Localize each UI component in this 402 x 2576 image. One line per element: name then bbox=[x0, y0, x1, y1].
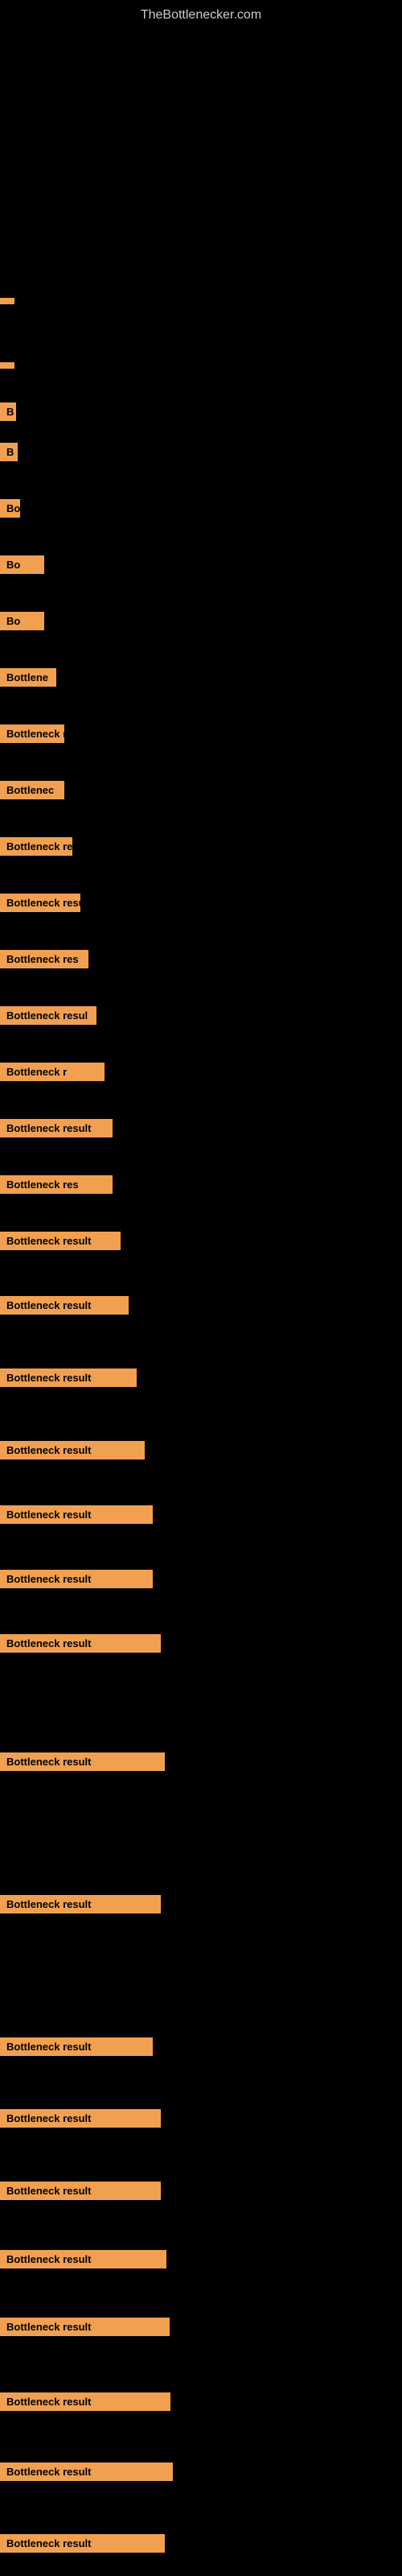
list-item: Bottleneck result bbox=[0, 2462, 173, 2481]
list-item: Bottleneck result bbox=[0, 1752, 165, 1771]
bottleneck-result-label: Bottleneck result bbox=[0, 1119, 113, 1137]
list-item: Bottlene bbox=[0, 668, 56, 687]
bottleneck-result-label: Bottleneck result bbox=[0, 2182, 161, 2200]
bottleneck-result-label: Bottleneck result bbox=[0, 1570, 153, 1588]
list-item: Bottleneck result bbox=[0, 2318, 170, 2336]
list-item: Bottleneck result bbox=[0, 2037, 153, 2056]
bottleneck-result-label: Bottleneck result bbox=[0, 1895, 161, 1913]
list-item: Bottleneck result bbox=[0, 1634, 161, 1653]
bottleneck-result-label: Bottleneck r bbox=[0, 724, 64, 743]
list-item: Bottleneck result bbox=[0, 1296, 129, 1315]
bottleneck-result-label: Bottleneck result bbox=[0, 2392, 170, 2411]
list-item: Bottleneck resul bbox=[0, 1006, 96, 1025]
bottleneck-result-label: Bottleneck resul bbox=[0, 1006, 96, 1025]
bottleneck-result-label: Bottleneck r bbox=[0, 1063, 105, 1081]
list-item: Bottleneck result bbox=[0, 2392, 170, 2411]
list-item: B bbox=[0, 402, 16, 421]
list-item: Bo bbox=[0, 499, 20, 518]
bottleneck-result-label: Bottlene bbox=[0, 668, 56, 687]
list-item: Bottleneck result bbox=[0, 2534, 165, 2553]
list-item: Bo bbox=[0, 555, 44, 574]
bottleneck-result-label: Bo bbox=[0, 499, 20, 518]
list-item: Bottleneck result bbox=[0, 2109, 161, 2128]
bottleneck-result-label: Bottleneck result bbox=[0, 2109, 161, 2128]
bottleneck-result-label: B bbox=[0, 443, 18, 461]
list-item bbox=[0, 362, 14, 369]
site-title: TheBottlenecker.com bbox=[0, 0, 402, 27]
bottleneck-result-label: Bottlenec bbox=[0, 781, 64, 799]
list-item: Bottleneck result bbox=[0, 1119, 113, 1137]
list-item: Bottleneck result bbox=[0, 894, 80, 912]
list-item: Bottleneck res bbox=[0, 950, 88, 968]
bottleneck-result-label: Bottleneck res bbox=[0, 1175, 113, 1194]
bottleneck-result-label: Bottleneck result bbox=[0, 1368, 137, 1387]
list-item: B bbox=[0, 443, 18, 461]
bottleneck-result-label: Bottleneck res bbox=[0, 950, 88, 968]
bottleneck-result-label: Bottleneck res bbox=[0, 837, 72, 856]
list-item: Bottleneck result bbox=[0, 1505, 153, 1524]
bottleneck-result-label: Bo bbox=[0, 612, 44, 630]
bottleneck-result-label: Bottleneck result bbox=[0, 1232, 121, 1250]
list-item: Bottleneck result bbox=[0, 2250, 166, 2268]
bottleneck-result-label: Bottleneck result bbox=[0, 2037, 153, 2056]
list-item: Bottleneck result bbox=[0, 1441, 145, 1459]
list-item: Bottlenec bbox=[0, 781, 64, 799]
list-item: Bottleneck result bbox=[0, 1895, 161, 1913]
bottleneck-result-label: Bottleneck result bbox=[0, 1634, 161, 1653]
list-item bbox=[0, 298, 14, 304]
list-item: Bottleneck res bbox=[0, 1175, 113, 1194]
bottleneck-result-label: Bottleneck result bbox=[0, 2250, 166, 2268]
bottleneck-result-label: Bottleneck result bbox=[0, 1296, 129, 1315]
bottleneck-result-label: Bottleneck result bbox=[0, 2318, 170, 2336]
list-item: Bottleneck result bbox=[0, 1232, 121, 1250]
bottleneck-result-label bbox=[0, 362, 14, 369]
list-item: Bottleneck r bbox=[0, 724, 64, 743]
bottleneck-result-label: Bottleneck result bbox=[0, 2534, 165, 2553]
bottleneck-result-label: Bottleneck result bbox=[0, 1505, 153, 1524]
list-item: Bottleneck result bbox=[0, 1368, 137, 1387]
list-item: Bo bbox=[0, 612, 44, 630]
bottleneck-result-label: Bottleneck result bbox=[0, 2462, 173, 2481]
bottleneck-result-label: Bo bbox=[0, 555, 44, 574]
list-item: Bottleneck result bbox=[0, 1570, 153, 1588]
list-item: Bottleneck r bbox=[0, 1063, 105, 1081]
list-item: Bottleneck res bbox=[0, 837, 72, 856]
bottleneck-result-label: Bottleneck result bbox=[0, 1752, 165, 1771]
bottleneck-result-label bbox=[0, 298, 14, 304]
list-item: Bottleneck result bbox=[0, 2182, 161, 2200]
bottleneck-result-label: Bottleneck result bbox=[0, 894, 80, 912]
bottleneck-result-label: B bbox=[0, 402, 16, 421]
bottleneck-result-label: Bottleneck result bbox=[0, 1441, 145, 1459]
